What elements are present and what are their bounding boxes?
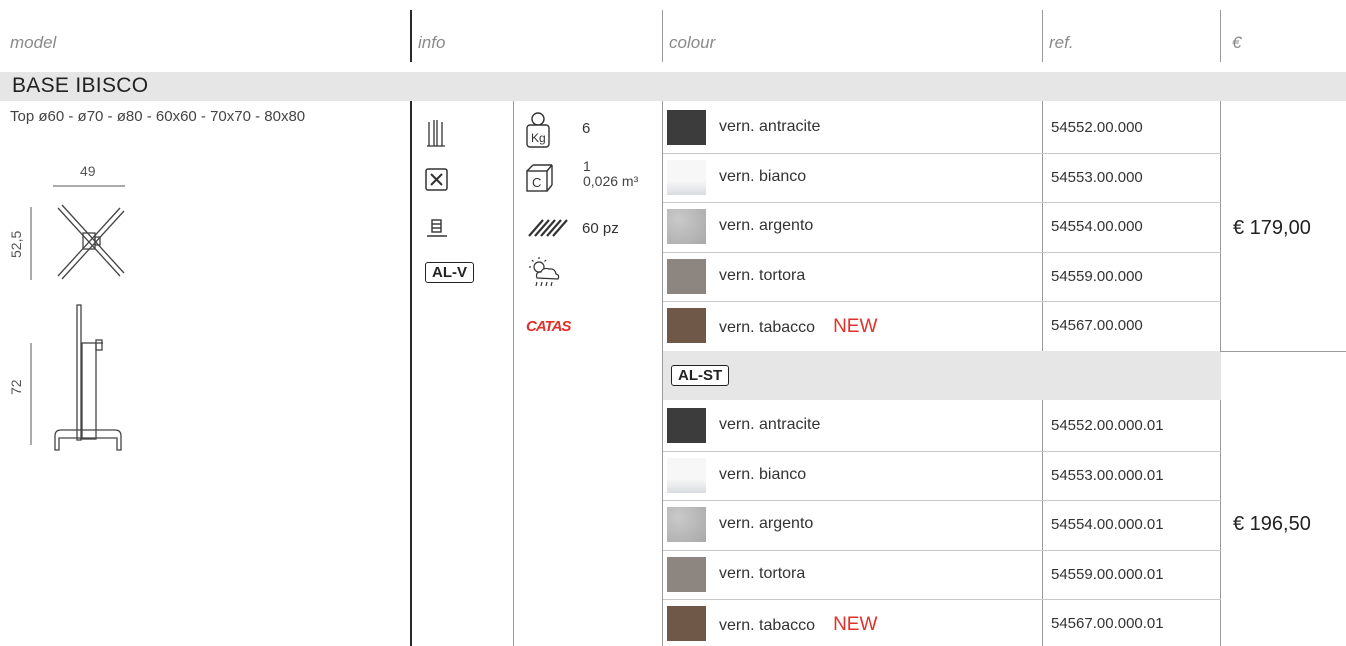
row-divider (663, 301, 1221, 303)
colour-name-text: vern. tabacco (719, 617, 816, 635)
colour-name-text: vern. tortora (719, 564, 806, 582)
carton-icon: C (526, 164, 553, 192)
outdoor-weather-icon (529, 257, 560, 287)
dim-width: 49 (80, 163, 96, 179)
colour-swatch (667, 457, 706, 493)
header-divider (1042, 10, 1043, 62)
colour-name-text: vern. tabacco (719, 319, 816, 337)
header-divider (1220, 10, 1221, 62)
colour-name: vern. tortora (719, 267, 805, 285)
stacking-icon (427, 120, 445, 147)
svg-text:C: C (532, 175, 541, 190)
colour-name: vern. argento (719, 217, 813, 235)
colour-swatch (667, 408, 706, 443)
base-weight-icon (427, 219, 447, 237)
colour-name-text: vern. tortora (719, 266, 806, 284)
weight-kg-icon: Kg (526, 112, 550, 148)
pallet-icon (528, 219, 568, 237)
ref-code: 54552.00.000.01 (1051, 417, 1164, 434)
assembly-tools-icon (425, 168, 448, 191)
colour-name: vern. argento (719, 515, 813, 533)
colour-swatch (667, 606, 706, 642)
new-badge: NEW (833, 316, 878, 338)
dim-depth: 52,5 (8, 230, 24, 258)
carton-qty: 1 (583, 158, 591, 174)
header-divider (410, 10, 412, 62)
column-divider (513, 101, 514, 646)
header-price: € (1232, 33, 1242, 52)
colour-name-text: vern. antracite (719, 416, 821, 433)
ref-code: 54554.00.000.01 (1051, 516, 1164, 534)
colour-name-text: vern. argento (719, 217, 814, 235)
tag-al-v: AL-V (425, 262, 474, 283)
product-drawing (30, 185, 125, 451)
header-ref: ref. (1049, 33, 1074, 52)
section-title: BASE IBISCO (12, 74, 149, 97)
price-divider (1220, 351, 1346, 352)
row-divider (663, 202, 1221, 204)
header-colour: colour (669, 33, 716, 52)
price-group-2: € 196,50 (1233, 513, 1311, 535)
ref-code: 54559.00.000 (1051, 267, 1143, 285)
weight-value: 6 (582, 120, 591, 137)
colour-name: vern. bianco (719, 466, 806, 484)
column-divider (410, 101, 412, 646)
ref-code: 54553.00.000.01 (1051, 466, 1164, 484)
colour-name-text: vern. bianco (719, 465, 807, 483)
section-band (0, 72, 1346, 101)
colour-swatch (667, 159, 706, 195)
colour-name: vern. tortora (719, 565, 805, 583)
colour-name: vern. antracite (719, 118, 820, 136)
row-divider (663, 251, 1221, 253)
colour-swatch (667, 258, 706, 294)
ref-code: 54567.00.000 (1051, 317, 1143, 335)
header-info: info (418, 33, 446, 52)
row-divider (663, 500, 1221, 502)
ref-code: 54554.00.000 (1051, 218, 1143, 236)
colour-name-text: vern. antracite (719, 118, 821, 135)
header-model: model (10, 33, 57, 52)
colour-name-text: vern. argento (719, 515, 814, 533)
colour-swatch (667, 209, 706, 245)
colour-name: vern. tabacco NEW (719, 614, 877, 636)
dim-height: 72 (8, 379, 24, 395)
pallet-value: 60 pz (582, 220, 619, 237)
carton-info: 1 0,026 m³ (583, 159, 638, 189)
colour-name: vern. antracite (719, 416, 820, 434)
model-description: Top ø60 - ø70 - ø80 - 60x60 - 70x70 - 80… (10, 108, 306, 125)
row-divider (663, 450, 1221, 452)
ref-code: 54559.00.000.01 (1051, 565, 1164, 583)
colour-swatch (667, 556, 706, 592)
colour-name: vern. bianco (719, 168, 806, 186)
row-divider (663, 549, 1221, 551)
colour-name-text: vern. bianco (719, 167, 807, 185)
carton-volume: 0,026 m³ (583, 173, 639, 189)
ref-code: 54552.00.000 (1051, 119, 1143, 136)
header-divider (662, 10, 663, 62)
al-st-band (663, 351, 1221, 400)
svg-text:Kg: Kg (531, 131, 546, 145)
row-divider (663, 152, 1221, 154)
tag-al-st: AL-ST (671, 365, 730, 386)
price-group-1: € 179,00 (1233, 217, 1311, 239)
colour-swatch (667, 110, 706, 145)
colour-name: vern. tabacco NEW (719, 316, 877, 338)
row-divider (663, 599, 1221, 601)
ref-code: 54567.00.000.01 (1051, 615, 1164, 633)
colour-swatch (667, 308, 706, 344)
catas-logo: CATAS (526, 318, 571, 335)
new-badge: NEW (833, 614, 878, 636)
colour-swatch (667, 507, 706, 543)
ref-code: 54553.00.000 (1051, 168, 1143, 186)
